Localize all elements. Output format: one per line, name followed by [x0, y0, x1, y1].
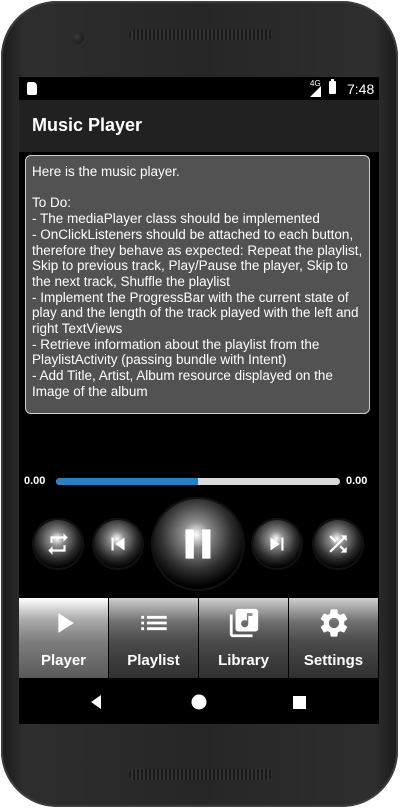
tab-label-library: Library	[218, 652, 269, 669]
tab-label-player: Player	[40, 652, 87, 669]
top-speaker	[129, 29, 272, 40]
tab-library[interactable]: Library	[199, 598, 288, 678]
gear-icon	[320, 609, 347, 637]
list-icon	[140, 615, 167, 631]
tab-settings[interactable]: Settings	[289, 598, 378, 678]
tab-label-playlist: Playlist	[127, 652, 180, 669]
bottom-tabs: Player Playlist Library Settings	[19, 598, 379, 678]
shuffle-button[interactable]	[312, 518, 364, 570]
signal-icon	[310, 86, 321, 97]
skip-next-icon	[270, 537, 284, 551]
sd-card-icon	[27, 82, 37, 95]
tab-label-settings: Settings	[303, 652, 364, 669]
progress-fill	[56, 478, 198, 485]
repeat-icon	[48, 533, 68, 555]
total-time: 0.00	[346, 475, 368, 487]
progress-row: 0.00 0.00	[19, 475, 379, 491]
status-time: 7:48	[347, 81, 375, 97]
description-text: Here is the music player. To Do: - The m…	[25, 155, 370, 414]
skip-previous-icon	[111, 537, 125, 551]
app-title: Music Player	[32, 115, 143, 135]
app-bar: Music Player	[19, 100, 379, 152]
back-icon[interactable]	[88, 694, 104, 710]
home-icon[interactable]	[191, 694, 207, 710]
pause-icon	[185, 529, 211, 559]
library-music-icon	[229, 608, 258, 638]
system-nav-bar	[19, 680, 379, 724]
tab-playlist[interactable]: Playlist	[109, 598, 198, 678]
bottom-speaker	[129, 769, 272, 780]
shuffle-icon	[329, 535, 347, 553]
battery-icon	[329, 79, 336, 94]
current-time: 0.00	[24, 475, 46, 487]
progress-bar[interactable]	[56, 478, 340, 485]
previous-button[interactable]	[92, 518, 144, 570]
play-icon	[57, 613, 74, 633]
play-pause-button[interactable]	[151, 497, 245, 591]
tab-player[interactable]: Player	[19, 598, 108, 678]
repeat-button[interactable]	[32, 518, 84, 570]
next-button[interactable]	[251, 518, 303, 570]
front-camera	[72, 32, 84, 44]
screen: 4G 7:48 Music Player Here is the music p…	[19, 77, 379, 724]
status-bar: 4G 7:48	[19, 77, 379, 100]
recents-icon[interactable]	[293, 696, 306, 709]
